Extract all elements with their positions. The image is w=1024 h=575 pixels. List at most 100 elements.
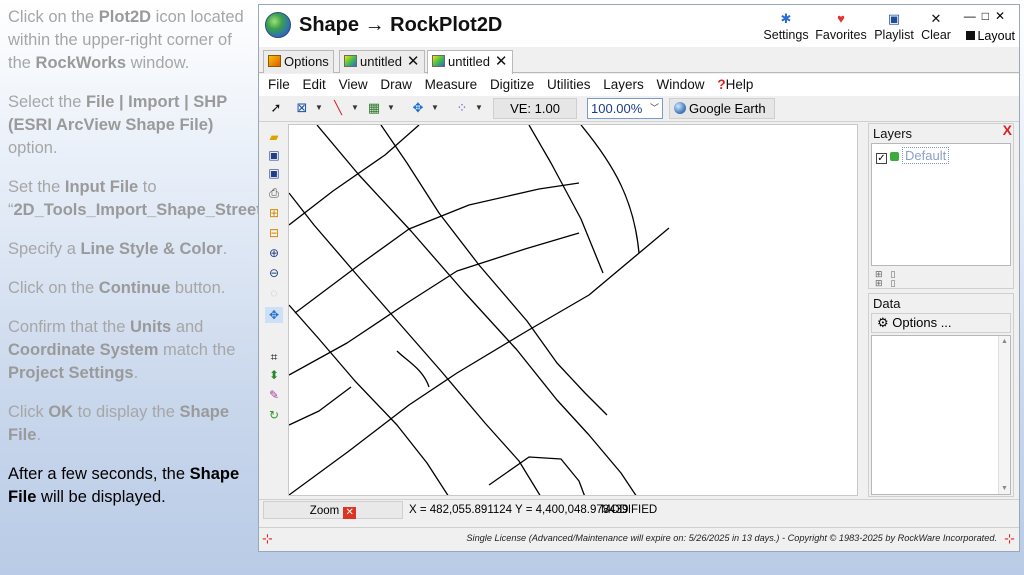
instruction-step: Click OK to display the Shape File. [8, 401, 244, 447]
pin-icon: ⊹ [262, 531, 273, 546]
chevron-down-icon[interactable]: ▼ [431, 103, 439, 112]
instruction-text: . [133, 364, 139, 382]
move-tool-icon[interactable]: ✥ [409, 99, 427, 117]
license-bar: ⊹ Single License (Advanced/Maintenance w… [259, 527, 1019, 549]
favorites-button[interactable]: ♥ Favorites [813, 11, 869, 45]
crop-icon[interactable]: ⌗ [265, 349, 283, 365]
layer-name[interactable]: Default [902, 147, 950, 164]
pan-icon[interactable]: ✥ [265, 307, 283, 323]
layer-row-default[interactable]: ✓ Default [876, 147, 950, 164]
layers-list[interactable]: ✓ Default [871, 143, 1011, 266]
cancel-zoom-icon[interactable]: ✕ [343, 507, 357, 519]
menu-utilities[interactable]: Utilities [547, 77, 591, 92]
google-earth-button[interactable]: Google Earth [669, 98, 775, 119]
check-all-icon[interactable]: ⊞ [875, 278, 891, 288]
minimize-icon[interactable]: — [964, 9, 982, 23]
street-line [289, 192, 541, 495]
open-folder-icon[interactable]: ▰ [265, 129, 283, 145]
menu-draw[interactable]: Draw [380, 77, 412, 92]
zoom-out-icon[interactable]: ⊖ [265, 265, 283, 281]
instruction-text: Specify a [8, 240, 81, 258]
instruction-step: Select the File | Import | SHP (ESRI Arc… [8, 91, 244, 160]
chevron-down-icon[interactable]: ▼ [315, 103, 323, 112]
data-panel: Data ⚙ Options ... ▲ ▼ [868, 293, 1014, 497]
instruction-text: After a few seconds, the [8, 465, 190, 483]
adjust-icon[interactable]: ⬍ [265, 367, 283, 383]
zoom-window-icon[interactable]: ◌ [265, 285, 283, 301]
scroll-up-icon[interactable]: ▲ [1001, 338, 1008, 345]
street-line [580, 125, 640, 254]
close-tab-icon[interactable]: ✕ [495, 53, 508, 70]
select-region-icon[interactable]: ⊠ [293, 99, 311, 117]
symbol-palette-icon[interactable]: ▦ [365, 99, 383, 117]
close-tab-icon[interactable]: ✕ [407, 53, 420, 70]
chevron-down-icon[interactable]: ▼ [387, 103, 395, 112]
layout-button[interactable]: Layout [966, 29, 1015, 43]
data-list[interactable]: ▲ ▼ [871, 335, 1011, 495]
status-bar: Zoom ✕ X = 482,055.891124 Y = 4,400,048.9… [259, 499, 1019, 519]
layer-visible-checkbox[interactable]: ✓ [876, 153, 887, 164]
street-line [316, 125, 637, 495]
zoom-width-icon[interactable]: ⊟ [265, 225, 283, 241]
zoom-in-icon[interactable]: ⊕ [265, 245, 283, 261]
zoom-select[interactable]: 100.00% ﹀ [587, 98, 663, 119]
vertical-exaggeration-field[interactable]: VE: 1.00 [493, 98, 577, 119]
zoom-extents-icon[interactable]: ⊞ [265, 205, 283, 221]
instruction-step: Confirm that the Units and Coordinate Sy… [8, 316, 244, 385]
instruction-emphasis: OK [48, 403, 74, 421]
draw-line-icon[interactable]: ╲ [329, 99, 347, 117]
chevron-down-icon[interactable]: ▼ [351, 103, 359, 112]
instruction-text: Set the [8, 178, 65, 196]
save-as-icon[interactable]: ▣ [265, 165, 283, 181]
uncheck-all-icon[interactable]: ▯ [891, 278, 904, 288]
menu-bar: File Edit View Draw Measure Digitize Uti… [259, 74, 1019, 96]
tab-bar: Options untitled ✕ untitled ✕ [259, 47, 1019, 74]
menu-digitize[interactable]: Digitize [490, 77, 534, 92]
zoom-status-button[interactable]: Zoom ✕ [263, 501, 403, 519]
clear-button[interactable]: ✕ Clear [917, 11, 955, 45]
menu-window[interactable]: Window [657, 77, 705, 92]
instruction-emphasis: Line Style & Color [80, 240, 223, 258]
instruction-step: Click on the Continue button. [8, 277, 244, 300]
tab-options[interactable]: Options [263, 50, 334, 73]
menu-layers[interactable]: Layers [603, 77, 644, 92]
menu-measure[interactable]: Measure [425, 77, 478, 92]
select-arrow-icon[interactable]: ➚ [267, 99, 285, 117]
instruction-text: and [171, 318, 204, 336]
save-icon[interactable]: ▣ [265, 147, 283, 163]
street-line [396, 350, 430, 388]
points-tool-icon[interactable]: ⁘ [453, 99, 471, 117]
instruction-text: Confirm that the [8, 318, 130, 336]
tab-untitled-1[interactable]: untitled ✕ [339, 50, 425, 73]
scroll-down-icon[interactable]: ▼ [1001, 485, 1008, 492]
instruction-text: Select the [8, 93, 86, 111]
left-tool-column: ▰ ▣ ▣ ⎙ ⊞ ⊟ ⊕ ⊖ ◌ ✥ ⌗ ⬍ ✎ ↻ [264, 125, 286, 497]
street-line [289, 125, 420, 226]
data-scrollbar[interactable]: ▲ ▼ [998, 336, 1010, 494]
close-icon[interactable]: ✕ [995, 9, 1011, 23]
menu-edit[interactable]: Edit [303, 77, 326, 92]
settings-button[interactable]: ✱ Settings [759, 11, 813, 45]
instruction-emphasis: Project Settings [8, 364, 134, 382]
close-panel-icon[interactable]: X [1003, 122, 1012, 138]
data-options-button[interactable]: ⚙ Options ... [871, 313, 1011, 333]
tab-untitled-2[interactable]: untitled ✕ [427, 50, 513, 74]
menu-view[interactable]: View [339, 77, 368, 92]
pin-icon: ⊹ [1004, 531, 1015, 546]
refresh-icon[interactable]: ↻ [265, 407, 283, 423]
plot-canvas[interactable] [288, 124, 858, 496]
playlist-button[interactable]: ▣ Playlist [871, 11, 917, 45]
eyedropper-icon[interactable]: ✎ [265, 387, 283, 403]
menu-help[interactable]: ?Help [717, 77, 753, 92]
menu-file[interactable]: File [268, 77, 290, 92]
instruction-text: will be displayed. [36, 488, 166, 506]
lock-icon[interactable] [890, 152, 899, 161]
print-icon[interactable]: ⎙ [265, 185, 283, 201]
chevron-down-icon[interactable]: ▼ [475, 103, 483, 112]
maximize-icon[interactable]: □ [982, 9, 995, 23]
chevron-down-icon: ﹀ [649, 103, 659, 113]
clear-icon: ✕ [930, 11, 942, 26]
options-tab-icon [268, 55, 281, 67]
instruction-text: option. [8, 139, 58, 157]
instruction-emphasis: RockWorks [35, 54, 127, 72]
